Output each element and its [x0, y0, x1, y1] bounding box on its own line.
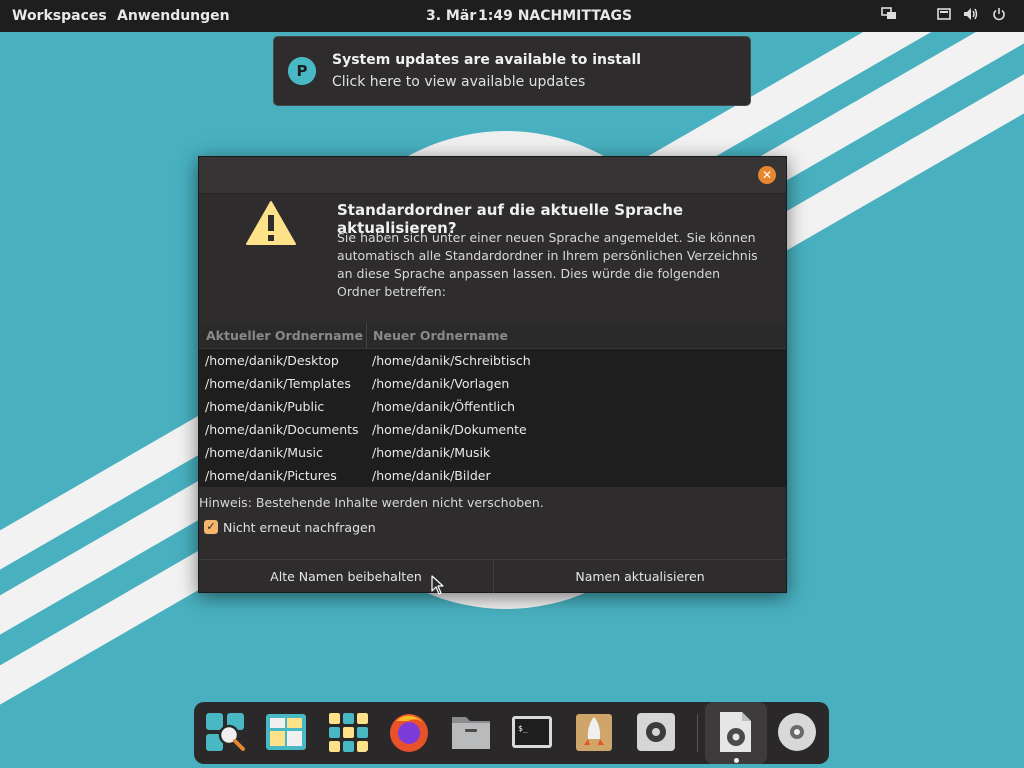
firefox-icon[interactable] [388, 711, 430, 753]
table-row[interactable]: /home/danik/Documents /home/danik/Dokume… [199, 419, 786, 442]
new-folder-cell: /home/danik/Vorlagen [372, 376, 510, 391]
current-folder-cell: /home/danik/Documents [205, 422, 359, 437]
current-folder-cell: /home/danik/Templates [205, 376, 351, 391]
dialog-message-line: Sie haben sich unter einer neuen Sprache… [337, 230, 756, 245]
column-header-new[interactable]: Neuer Ordnername [373, 328, 508, 343]
keep-old-names-button[interactable]: Alte Namen beibehalten [199, 560, 493, 593]
workspaces-icon[interactable] [265, 711, 307, 753]
column-header-current[interactable]: Aktueller Ordnername [206, 328, 363, 343]
current-folder-cell: /home/danik/Pictures [205, 468, 337, 483]
dialog-button-bar: Alte Namen beibehalten Namen aktualisier… [199, 559, 786, 593]
files-icon[interactable] [450, 711, 492, 753]
dont-ask-again-checkbox[interactable]: ✓ [204, 520, 218, 534]
hint-text: Hinweis: Bestehende Inhalte werden nicht… [199, 495, 544, 510]
current-folder-cell: /home/danik/Public [205, 399, 325, 414]
dialog-message-line: automatisch alle Standardordner in Ihrem… [337, 248, 758, 263]
settings-icon[interactable] [635, 711, 677, 753]
warning-icon [246, 201, 296, 245]
table-header: Aktueller Ordnername Neuer Ordnername [199, 323, 786, 349]
new-folder-cell: /home/danik/Schreibtisch [372, 353, 531, 368]
checkbox-label[interactable]: Nicht erneut nachfragen [223, 520, 376, 535]
document-settings-icon[interactable] [714, 711, 756, 753]
dialog-header: ✕ [199, 157, 786, 194]
time-label[interactable]: 1:49 NACHMITTAGS [478, 8, 632, 24]
dialog-message-line: an diese Sprache anpassen lassen. Dies w… [337, 266, 721, 281]
pop-shop-icon: P [288, 57, 316, 85]
table-row[interactable]: /home/danik/Pictures /home/danik/Bilder [199, 465, 786, 488]
dock-running-indicator [734, 758, 739, 763]
dock-separator [697, 714, 698, 752]
app-grid-icon[interactable] [327, 711, 369, 753]
top-bar: Workspaces Anwendungen 3. Mär 1:49 NACHM… [0, 0, 1024, 32]
column-divider [366, 323, 367, 348]
new-folder-cell: /home/danik/Dokumente [372, 422, 527, 437]
power-icon[interactable] [990, 7, 1008, 25]
volume-icon[interactable] [962, 7, 980, 25]
keyboard-icon[interactable] [935, 7, 953, 25]
update-notification[interactable]: P System updates are available to instal… [273, 36, 751, 106]
svg-text:P: P [297, 62, 308, 80]
workspaces-button[interactable]: Workspaces [12, 8, 107, 24]
current-folder-cell: /home/danik/Music [205, 445, 323, 460]
new-folder-cell: /home/danik/Musik [372, 445, 491, 460]
dialog-message: Sie haben sich unter einer neuen Sprache… [337, 229, 767, 301]
new-folder-cell: /home/danik/Öffentlich [372, 399, 516, 414]
table-row[interactable]: /home/danik/Desktop /home/danik/Schreibt… [199, 350, 786, 373]
pop-shop-icon[interactable] [573, 711, 615, 753]
display-icon[interactable] [880, 7, 898, 25]
notification-title: System updates are available to install [332, 52, 642, 68]
date-label[interactable]: 3. Mär [426, 8, 476, 24]
svg-text:$_: $_ [518, 724, 528, 733]
applications-button[interactable]: Anwendungen [117, 8, 230, 24]
folder-table: Aktueller Ordnername Neuer Ordnername /h… [199, 323, 786, 487]
table-row[interactable]: /home/danik/Templates /home/danik/Vorlag… [199, 373, 786, 396]
dock: $_ [194, 702, 829, 764]
close-icon[interactable]: ✕ [758, 166, 776, 184]
disc-icon[interactable] [776, 711, 818, 753]
terminal-icon[interactable]: $_ [511, 711, 553, 753]
new-folder-cell: /home/danik/Bilder [372, 468, 491, 483]
launcher-icon[interactable] [204, 711, 246, 753]
notification-body: Click here to view available updates [332, 74, 586, 90]
language-folder-dialog: ✕ Standardordner auf die aktuelle Sprach… [198, 156, 787, 593]
dialog-message-line: Ordner betreffen: [337, 284, 446, 299]
update-names-button[interactable]: Namen aktualisieren [494, 560, 786, 593]
table-row[interactable]: /home/danik/Music /home/danik/Musik [199, 442, 786, 465]
mouse-cursor-icon [431, 575, 444, 595]
table-row[interactable]: /home/danik/Public /home/danik/Öffentlic… [199, 396, 786, 419]
current-folder-cell: /home/danik/Desktop [205, 353, 339, 368]
